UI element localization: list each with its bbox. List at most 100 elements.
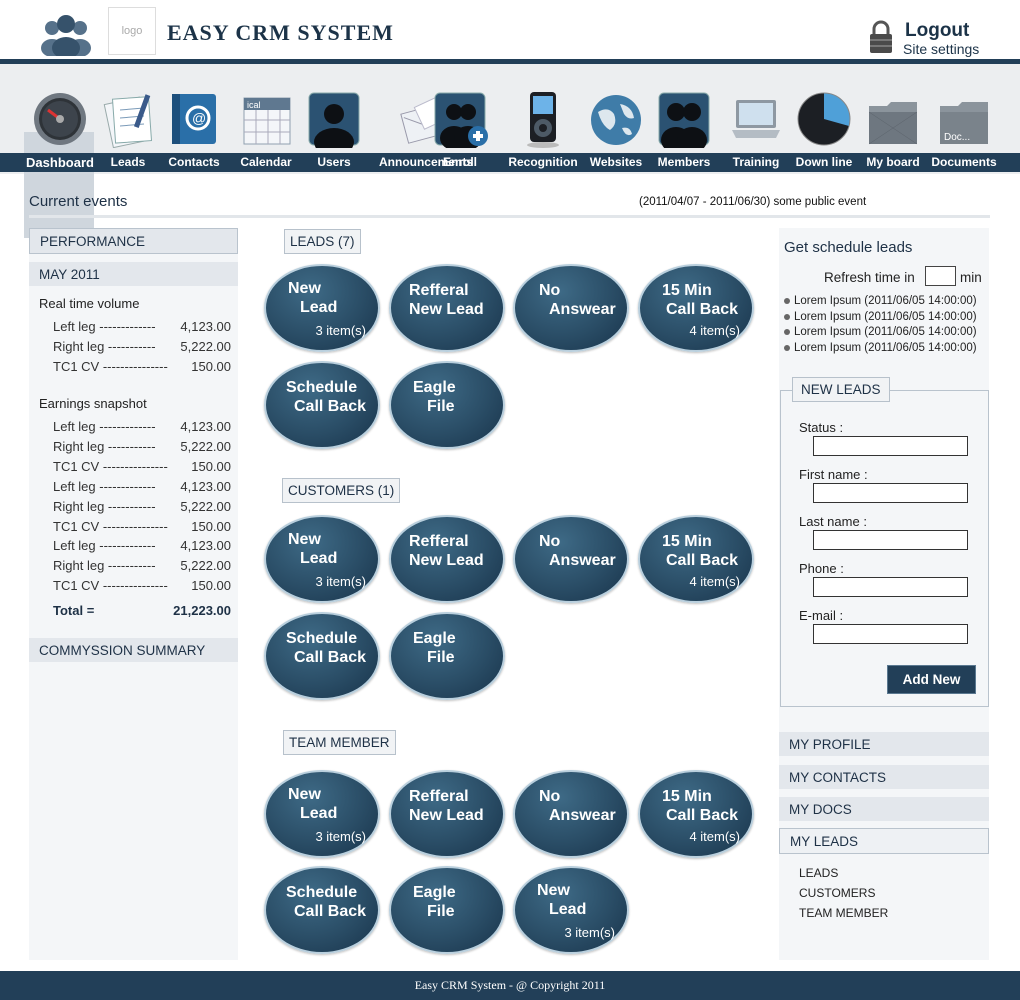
schedule-event-item[interactable]: Lorem Ipsum (2011/06/05 14:00:00) xyxy=(784,311,977,323)
lead-category-button[interactable]: Eagle File xyxy=(389,612,505,700)
lead-category-button[interactable]: New Lead 3 item(s) xyxy=(264,770,380,858)
address-book-icon: @ xyxy=(172,94,216,144)
item-count: 4 item(s) xyxy=(689,323,740,338)
laptop-icon xyxy=(732,100,780,138)
lead-category-button[interactable]: Schedule Call Back xyxy=(264,612,380,700)
left-sidebar xyxy=(29,228,238,960)
first-name-label: First name : xyxy=(799,467,868,482)
oval-line1: 15 Min xyxy=(662,533,712,550)
lead-category-button[interactable]: 15 Min Call Back 4 item(s) xyxy=(638,770,754,858)
menu-my-contacts[interactable]: MY CONTACTS xyxy=(779,765,989,789)
lead-category-button[interactable]: Schedule Call Back xyxy=(264,866,380,954)
submenu-leads[interactable]: LEADS xyxy=(799,866,838,880)
nav-label-training[interactable]: Training xyxy=(733,155,780,169)
site-settings-link[interactable]: Site settings xyxy=(903,41,979,57)
nav-label-recognition[interactable]: Recognition xyxy=(508,155,577,169)
app-title: EASY CRM SYSTEM xyxy=(167,20,394,45)
calendar-icon: ical xyxy=(243,97,291,145)
oval-line2: File xyxy=(427,649,455,666)
divider xyxy=(29,215,990,218)
oval-line1: Refferal xyxy=(409,788,469,805)
oval-line1: Eagle xyxy=(413,884,456,901)
lead-category-button[interactable]: 15 Min Call Back 4 item(s) xyxy=(638,515,754,603)
lead-category-button[interactable]: No Answear xyxy=(513,770,629,858)
oval-line2: Call Back xyxy=(666,552,739,569)
lead-category-button[interactable]: Schedule Call Back xyxy=(264,361,380,449)
current-event-text: (2011/04/07 - 2011/06/30) some public ev… xyxy=(639,196,867,208)
row-label: Left leg ------------- xyxy=(53,478,156,494)
nav-label-documents[interactable]: Documents xyxy=(931,155,996,169)
lead-category-button[interactable]: 15 Min Call Back 4 item(s) xyxy=(638,264,754,352)
section-tag[interactable]: LEADS (7) xyxy=(284,229,361,254)
nav-label-contacts[interactable]: Contacts xyxy=(168,155,219,169)
nav-label-calendar[interactable]: Calendar xyxy=(240,155,291,169)
submenu-customers[interactable]: CUSTOMERS xyxy=(799,886,875,900)
row-label: Right leg ----------- xyxy=(53,498,156,514)
row-label: TC1 CV --------------- xyxy=(53,518,168,534)
schedule-event-item[interactable]: Lorem Ipsum (2011/06/05 14:00:00) xyxy=(784,295,977,307)
menu-my-profile[interactable]: MY PROFILE xyxy=(779,732,989,756)
phone-input[interactable] xyxy=(813,577,968,597)
lead-category-button[interactable]: No Answear xyxy=(513,515,629,603)
lead-category-button[interactable]: New Lead 3 item(s) xyxy=(264,515,380,603)
real-time-row: Right leg ----------- 5,222.00 xyxy=(53,339,231,354)
svg-text:ical: ical xyxy=(247,100,261,110)
earnings-row: TC1 CV --------------- 150.00 xyxy=(53,578,231,593)
nav-label-members[interactable]: Members xyxy=(658,155,711,169)
nav-label-my-board[interactable]: My board xyxy=(866,155,919,169)
lead-category-button[interactable]: Refferal New Lead xyxy=(389,264,505,352)
nav-label-websites[interactable]: Websites xyxy=(590,155,642,169)
lead-category-button[interactable]: Refferal New Lead xyxy=(389,770,505,858)
row-label: Right leg ----------- xyxy=(53,339,156,354)
lead-category-button[interactable]: Refferal New Lead xyxy=(389,515,505,603)
performance-header[interactable]: PERFORMANCE xyxy=(29,228,238,254)
nav-label-users[interactable]: Users xyxy=(317,155,350,169)
last-name-input[interactable] xyxy=(813,530,968,550)
row-label: Right leg ----------- xyxy=(53,438,156,454)
row-value: 5,222.00 xyxy=(180,438,231,454)
month-header[interactable]: MAY 2011 xyxy=(29,262,238,286)
schedule-event-item[interactable]: Lorem Ipsum (2011/06/05 14:00:00) xyxy=(784,326,977,338)
oval-line2: New Lead xyxy=(409,807,484,824)
item-count: 3 item(s) xyxy=(315,829,366,844)
phone-label: Phone : xyxy=(799,561,844,576)
oval-line1: Eagle xyxy=(413,630,456,647)
earnings-row: TC1 CV --------------- 150.00 xyxy=(53,459,231,474)
lead-category-button[interactable]: New Lead 3 item(s) xyxy=(264,264,380,352)
logout-link[interactable]: Logout xyxy=(905,20,969,42)
lead-category-button[interactable]: Eagle File xyxy=(389,361,505,449)
current-events-title: Current events xyxy=(29,193,128,210)
oval-line1: New xyxy=(288,280,321,297)
first-name-input[interactable] xyxy=(813,483,968,503)
nav-label-dashboard[interactable]: Dashboard xyxy=(26,155,94,170)
earnings-row: Left leg ------------- 4,123.00 xyxy=(53,479,231,494)
oval-line1: No xyxy=(539,788,561,805)
nav-label-down-line[interactable]: Down line xyxy=(796,155,853,169)
document-folder-icon: Doc... xyxy=(940,102,988,144)
status-input[interactable] xyxy=(813,436,968,456)
add-new-button[interactable]: Add New xyxy=(887,665,976,694)
section-tag[interactable]: CUSTOMERS (1) xyxy=(282,478,401,503)
commission-summary-header[interactable]: COMMYSSION SUMMARY xyxy=(29,638,238,662)
section-tag[interactable]: TEAM MEMBER xyxy=(283,730,396,755)
total-value: 21,223.00 xyxy=(173,603,231,618)
email-input[interactable] xyxy=(813,624,968,644)
row-value: 4,123.00 xyxy=(180,478,231,494)
user-icon xyxy=(308,92,360,148)
nav-label-leads[interactable]: Leads xyxy=(111,155,146,169)
lead-category-button[interactable]: Eagle File xyxy=(389,866,505,954)
oval-line2: New Lead xyxy=(409,301,484,318)
menu-my-leads[interactable]: MY LEADS xyxy=(779,828,989,854)
item-count: 4 item(s) xyxy=(689,829,740,844)
earnings-row: TC1 CV --------------- 150.00 xyxy=(53,519,231,534)
schedule-event-item[interactable]: Lorem Ipsum (2011/06/05 14:00:00) xyxy=(784,342,977,354)
footer: Easy CRM System - @ Copyright 2011 xyxy=(0,971,1020,1000)
menu-my-docs[interactable]: MY DOCS xyxy=(779,797,989,821)
earnings-row: Right leg ----------- 5,222.00 xyxy=(53,558,231,573)
lead-category-button[interactable]: No Answear xyxy=(513,264,629,352)
refresh-time-input[interactable] xyxy=(925,266,956,286)
nav-label-enroll[interactable]: Enroll xyxy=(443,155,477,169)
lead-category-button[interactable]: New Lead 3 item(s) xyxy=(513,866,629,954)
submenu-team-member[interactable]: TEAM MEMBER xyxy=(799,906,888,920)
earnings-row: Left leg ------------- 4,123.00 xyxy=(53,419,231,434)
